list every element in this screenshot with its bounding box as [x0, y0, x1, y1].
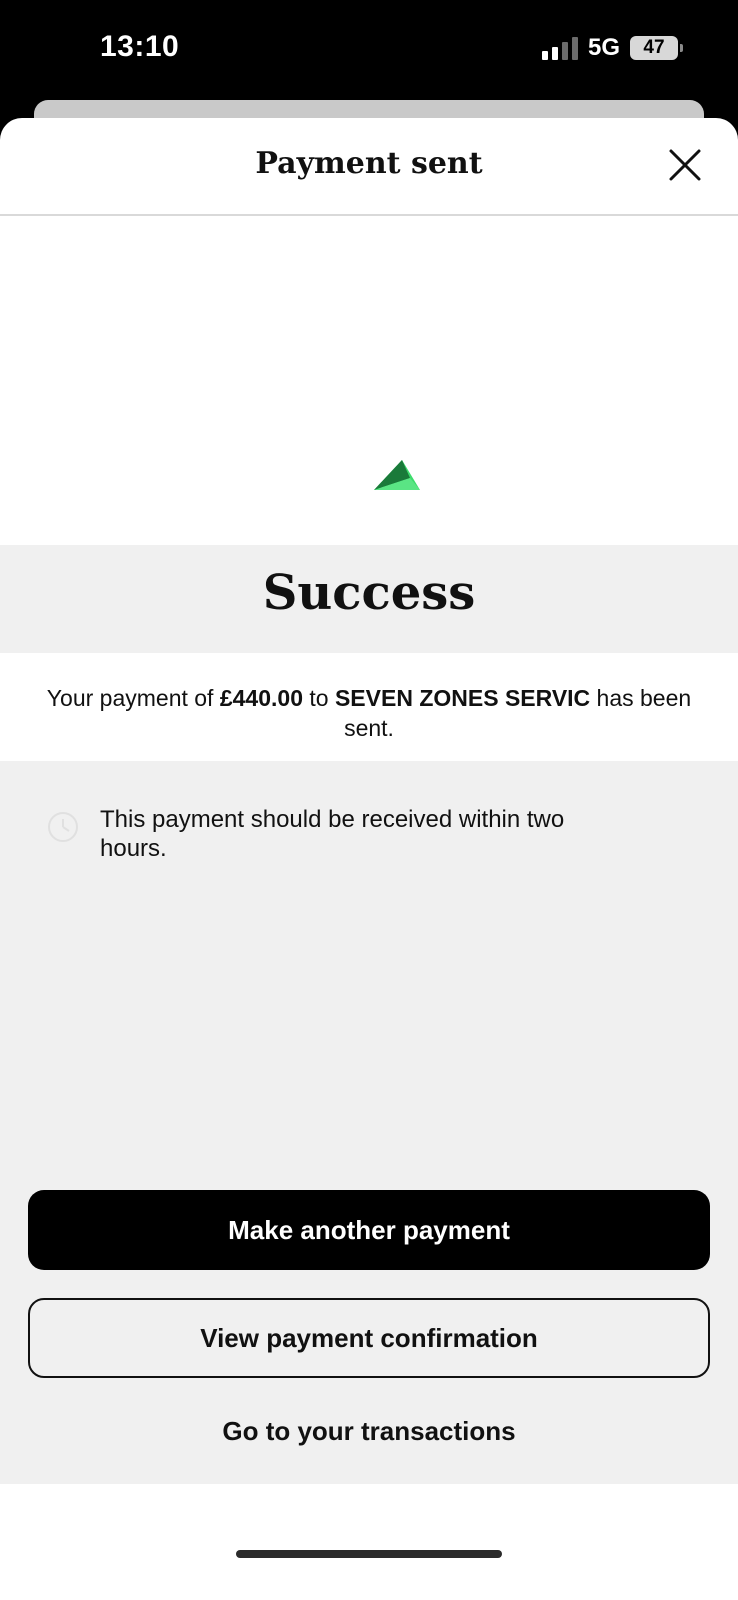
payment-message-text: Your payment of £440.00 to SEVEN ZONES S… — [40, 683, 698, 743]
message-prefix: Your payment of — [46, 685, 220, 711]
make-another-payment-button[interactable]: Make another payment — [28, 1190, 710, 1270]
info-area: This payment should be received within t… — [0, 761, 738, 1600]
network-label: 5G — [587, 34, 620, 61]
delivery-info-text: This payment should be received within t… — [100, 806, 565, 862]
status-time: 13:10 — [100, 30, 180, 63]
payment-sent-sheet: Payment sent Success Your payment of £44… — [0, 118, 738, 1600]
clock-icon — [48, 812, 78, 842]
go-to-transactions-link[interactable]: Go to your transactions — [0, 1416, 738, 1447]
home-indicator[interactable] — [236, 1550, 502, 1558]
view-payment-confirmation-button[interactable]: View payment confirmation — [28, 1298, 710, 1378]
signal-icon — [541, 36, 578, 60]
success-band: Success — [0, 545, 738, 653]
success-title: Success — [262, 565, 476, 621]
sheet-header: Payment sent — [0, 118, 738, 216]
battery-level: 47 — [643, 37, 665, 58]
status-bar: 13:10 5G 47 — [0, 0, 738, 100]
sheet-title: Payment sent — [255, 146, 483, 181]
success-illustration — [0, 216, 738, 544]
paper-plane-icon — [374, 460, 420, 490]
payee-name: SEVEN ZONES SERVIC — [334, 685, 591, 711]
payment-message: Your payment of £440.00 to SEVEN ZONES S… — [0, 653, 738, 761]
bottom-bar — [0, 1484, 738, 1600]
status-indicators: 5G 47 — [541, 34, 683, 62]
message-mid: to — [302, 685, 335, 711]
close-button[interactable] — [666, 146, 704, 184]
payment-amount: £440.00 — [219, 685, 303, 711]
battery-icon: 47 — [630, 36, 683, 60]
close-icon — [669, 149, 701, 181]
